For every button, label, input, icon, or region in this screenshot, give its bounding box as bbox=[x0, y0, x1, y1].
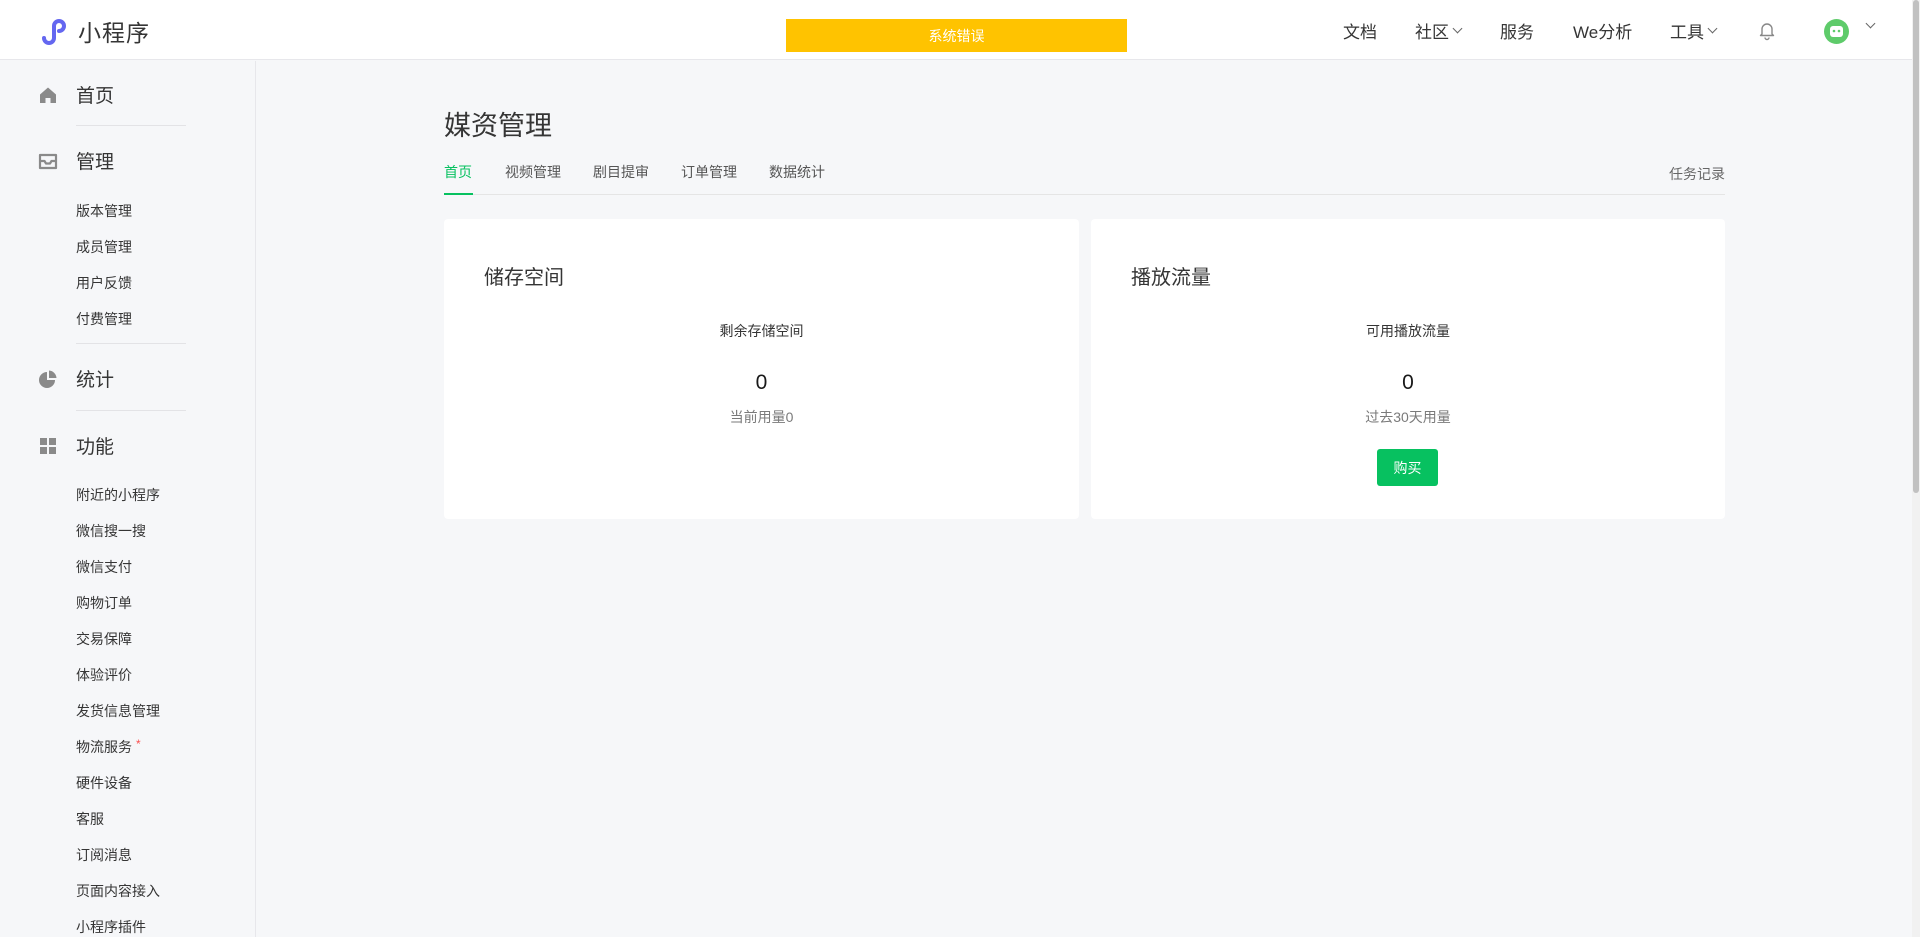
tab-bar: 首页 视频管理 剧目提审 订单管理 数据统计 任务记录 bbox=[444, 160, 1725, 195]
sidebar-item-members[interactable]: 成员管理 bbox=[76, 237, 132, 257]
bell-icon[interactable] bbox=[1756, 19, 1778, 41]
tab-orders[interactable]: 订单管理 bbox=[681, 162, 737, 182]
mini-program-logo-icon bbox=[42, 19, 67, 45]
account-chevron-down-icon[interactable] bbox=[1865, 18, 1876, 29]
sidebar-group-label: 管理 bbox=[76, 152, 115, 173]
nav-community[interactable]: 社区 bbox=[1415, 0, 1463, 60]
buy-button[interactable]: 购买 bbox=[1377, 449, 1438, 486]
sidebar-group-features[interactable]: 功能 bbox=[38, 432, 114, 459]
top-bar: 小程序 系统错误 文档 社区 服务 We分析 工具 bbox=[0, 0, 1920, 60]
app-logo[interactable]: 小程序 bbox=[38, 14, 150, 48]
sidebar-divider bbox=[76, 125, 186, 126]
storage-card: 储存空间 剩余存储空间 0 当前用量0 bbox=[444, 219, 1079, 519]
sidebar-item-version[interactable]: 版本管理 bbox=[76, 201, 132, 221]
nav-tools[interactable]: 工具 bbox=[1670, 0, 1718, 60]
sidebar-divider bbox=[76, 410, 186, 411]
page-title: 媒资管理 bbox=[444, 111, 552, 141]
app-title: 小程序 bbox=[78, 20, 150, 46]
traffic-card-title: 播放流量 bbox=[1131, 267, 1211, 289]
sidebar-divider bbox=[76, 343, 186, 344]
tab-statistics[interactable]: 数据统计 bbox=[769, 162, 825, 182]
task-record-link[interactable]: 任务记录 bbox=[1669, 164, 1725, 184]
sidebar-group-stats[interactable]: 统计 bbox=[38, 365, 114, 392]
sidebar-group-label: 统计 bbox=[76, 370, 115, 391]
tab-drama-review[interactable]: 剧目提审 bbox=[593, 162, 649, 182]
active-tab-indicator bbox=[444, 193, 473, 195]
sidebar-item-logistics[interactable]: 物流服务 * bbox=[76, 737, 141, 757]
traffic-30day-usage: 过去30天用量 bbox=[1365, 409, 1451, 425]
sidebar-item-plugins[interactable]: 小程序插件 bbox=[76, 917, 146, 937]
sidebar-item-hardware[interactable]: 硬件设备 bbox=[76, 773, 132, 793]
sidebar-item-experience-review[interactable]: 体验评价 bbox=[76, 665, 132, 685]
nav-tools-label: 工具 bbox=[1670, 22, 1704, 42]
traffic-available-label: 可用播放流量 bbox=[1366, 323, 1450, 339]
sidebar: 首页 管理 版本管理 成员管理 用户反馈 付费管理 统计 功能 附近的小程序 微… bbox=[0, 61, 256, 937]
storage-current-usage: 当前用量0 bbox=[729, 409, 794, 425]
nav-docs[interactable]: 文档 bbox=[1343, 0, 1377, 60]
inbox-icon bbox=[38, 153, 58, 169]
sidebar-item-customer-service[interactable]: 客服 bbox=[76, 809, 104, 829]
nav-analytics[interactable]: We分析 bbox=[1573, 0, 1632, 60]
storage-remaining-label: 剩余存储空间 bbox=[719, 323, 804, 339]
robot-face-icon bbox=[1830, 26, 1843, 37]
sidebar-item-shopping-orders[interactable]: 购物订单 bbox=[76, 593, 132, 613]
sidebar-group-label: 首页 bbox=[76, 86, 115, 107]
tab-home[interactable]: 首页 bbox=[444, 162, 472, 182]
home-icon bbox=[40, 87, 56, 103]
sidebar-group-label: 功能 bbox=[76, 437, 115, 458]
system-error-banner: 系统错误 bbox=[786, 19, 1127, 52]
sidebar-item-payment[interactable]: 付费管理 bbox=[76, 309, 132, 329]
sidebar-group-manage[interactable]: 管理 bbox=[38, 147, 114, 174]
chevron-down-icon bbox=[1707, 23, 1718, 33]
scrollbar-thumb[interactable] bbox=[1913, 0, 1919, 493]
sidebar-item-trade-guarantee[interactable]: 交易保障 bbox=[76, 629, 132, 649]
sidebar-item-shipping-info[interactable]: 发货信息管理 bbox=[76, 701, 160, 721]
traffic-card: 播放流量 可用播放流量 0 过去30天用量 购买 bbox=[1091, 219, 1725, 519]
tab-videos[interactable]: 视频管理 bbox=[505, 162, 561, 182]
sidebar-item-subscribe-messages[interactable]: 订阅消息 bbox=[76, 845, 132, 865]
nav-community-label: 社区 bbox=[1415, 22, 1449, 42]
sidebar-item-feedback[interactable]: 用户反馈 bbox=[76, 273, 132, 293]
sidebar-group-home[interactable]: 首页 bbox=[38, 81, 114, 108]
sidebar-item-wechat-pay[interactable]: 微信支付 bbox=[76, 557, 132, 577]
pie-chart-icon bbox=[39, 370, 57, 388]
grid-icon bbox=[40, 437, 56, 454]
sidebar-item-label: 物流服务 bbox=[76, 739, 132, 755]
sidebar-item-nearby[interactable]: 附近的小程序 bbox=[76, 485, 160, 505]
traffic-available-value: 0 bbox=[1402, 371, 1414, 394]
storage-remaining-value: 0 bbox=[755, 371, 768, 394]
nav-service[interactable]: 服务 bbox=[1500, 0, 1534, 60]
sidebar-item-page-content[interactable]: 页面内容接入 bbox=[76, 881, 160, 901]
avatar[interactable] bbox=[1824, 19, 1849, 44]
chevron-down-icon bbox=[1452, 23, 1463, 33]
storage-card-title: 储存空间 bbox=[484, 267, 564, 289]
new-badge: * bbox=[136, 737, 141, 751]
sidebar-item-wechat-search[interactable]: 微信搜一搜 bbox=[76, 521, 146, 541]
